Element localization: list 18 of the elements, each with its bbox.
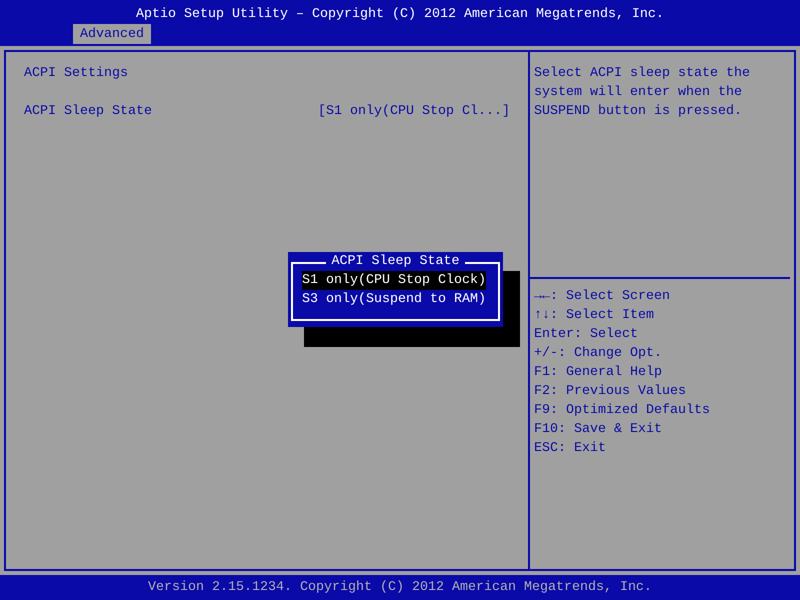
key-hint: ↑↓: Select Item — [534, 307, 654, 325]
key-hint: →←: Select Screen — [534, 288, 670, 306]
key-hint: F1: General Help — [534, 364, 662, 382]
key-hint: F10: Save & Exit — [534, 421, 662, 439]
key-hint: ESC: Exit — [534, 440, 606, 458]
setting-value[interactable]: [S1 only(CPU Stop Cl...] — [318, 102, 510, 121]
setting-label[interactable]: ACPI Sleep State — [24, 102, 152, 121]
popup-option[interactable]: S3 only(Suspend to RAM) — [302, 290, 486, 309]
key-hint: Enter: Select — [534, 326, 638, 344]
version-text: Version 2.15.1234. Copyright (C) 2012 American Megatrends, Inc. — [148, 579, 652, 597]
help-text: Select ACPI sleep state the system will enter when the SUSPEND button is pressed. — [534, 66, 750, 119]
key-hint: F9: Optimized Defaults — [534, 402, 710, 420]
key-hint: F2: Previous Values — [534, 383, 686, 401]
section-heading: ACPI Settings — [24, 65, 128, 83]
menu-tab[interactable]: Advanced — [73, 24, 151, 44]
key-hint: +/-: Change Opt. — [534, 345, 662, 363]
window-title: Aptio Setup Utility – Copyright (C) 2012 American Megatrends, Inc. — [136, 6, 664, 24]
popup-option[interactable]: S1 only(CPU Stop Clock) — [302, 271, 486, 290]
